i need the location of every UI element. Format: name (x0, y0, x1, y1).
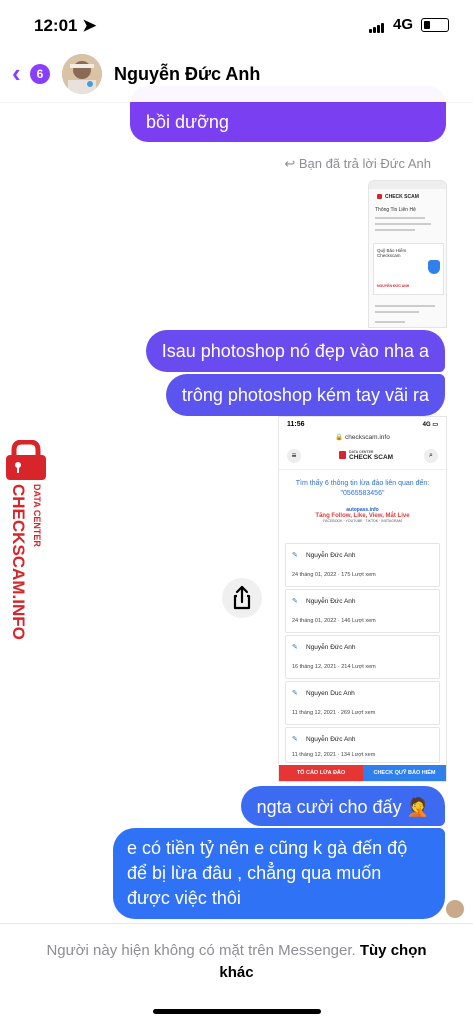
edit-icon: ✎ (292, 598, 298, 605)
entry-meta: 16 tháng 12, 2021 · 214 Lượt xem (292, 664, 376, 670)
search-icon: ⌕ (424, 449, 438, 463)
message-bubble[interactable]: Isau photoshop nó đẹp vào nha a (145, 330, 445, 372)
image-attachment-thumbnail[interactable]: CHECK SCAM Thông Tin Liên Hệ Quỹ Bảo Hiể… (368, 180, 447, 328)
seen-avatar (446, 900, 464, 918)
message-text: Isau photoshop nó đẹp vào nha a (161, 341, 429, 361)
ad-subtext: FACEBOOK · YOUTUBE · TIKTOK · INSTAGRAM (323, 519, 402, 523)
message-bubble[interactable]: e có tiền tỷ nên e cũng k gà đến độ để b… (113, 828, 445, 919)
edit-icon: ✎ (292, 690, 298, 697)
signal-icon (368, 16, 385, 33)
thumb-label-contact: Thông Tin Liên Hệ (375, 207, 416, 213)
unread-count-badge[interactable]: 6 (30, 64, 50, 84)
share-button[interactable] (222, 578, 262, 618)
report-entry: ✎ Nguyễn Đức Anh 24 tháng 01, 2022 · 175… (285, 543, 440, 587)
report-entry: ✎ Nguyen Duc Anh 11 tháng 12, 2021 · 269… (285, 681, 440, 725)
screenshot-time: 11:56 (287, 421, 305, 428)
entry-meta: 24 tháng 01, 2022 · 146 Lượt xem (292, 618, 376, 624)
report-bar: TỐ CÁO LỪA ĐẢO CHECK QUỸ BẢO HIỂM (279, 765, 446, 781)
entry-name: Nguyễn Đức Anh (306, 644, 356, 651)
report-entry: ✎ Nguyễn Đức Anh 11 tháng 12, 2021 · 134… (285, 727, 440, 763)
watermark-text: CHECKSCAM.INFO (9, 484, 28, 640)
thumb-label-name: NGUYỄN ĐỨC ANH (377, 284, 410, 288)
footer-message: Người này hiện không có mặt trên Messeng… (40, 940, 433, 984)
edit-icon: ✎ (292, 644, 298, 651)
messenger-footer: Người này hiện không có mặt trên Messeng… (0, 923, 473, 994)
report-entry: ✎ Nguyễn Đức Anh 24 tháng 01, 2022 · 146… (285, 589, 440, 633)
entry-meta: 11 tháng 12, 2021 · 269 Lượt xem (292, 710, 376, 716)
message-text: bồi dưỡng (146, 112, 229, 132)
entry-meta: 11 tháng 12, 2021 · 134 Lượt xem (292, 752, 376, 758)
contact-avatar[interactable] (62, 54, 102, 94)
status-time: 12:01 ➤ (34, 16, 97, 35)
message-bubble[interactable]: trông photoshop kém tay vãi ra (165, 374, 445, 416)
footer-status-text: Người này hiện không có mặt trên Messeng… (46, 942, 356, 959)
home-indicator[interactable] (153, 1009, 321, 1014)
message-text: ngta cười cho đấy 🤦 (256, 797, 429, 817)
message-text: trông photoshop kém tay vãi ra (181, 385, 429, 405)
thumb-logo: CHECK SCAM (385, 194, 419, 200)
edit-icon: ✎ (292, 736, 298, 743)
report-scam-button: TỐ CÁO LỪA ĐẢO (279, 765, 363, 781)
entry-name: Nguyen Duc Anh (306, 690, 355, 697)
watermark-lock-icon (6, 440, 46, 480)
message-bubble[interactable]: ngta cười cho đấy 🤦 (240, 786, 445, 826)
reply-indicator: ↩ Bạn đã trả lời Đức Anh (284, 156, 431, 172)
image-attachment-screenshot[interactable]: 11:56 4G ▭ 🔒 checkscam.info ≡ DATA CENTE… (278, 416, 447, 782)
watermark-subtext: DATA CENTER (32, 484, 42, 547)
report-entry: ✎ Nguyễn Đức Anh 16 tháng 12, 2021 · 214… (285, 635, 440, 679)
check-insurance-button: CHECK QUỸ BẢO HIỂM (363, 765, 446, 781)
entry-name: Nguyễn Đức Anh (306, 552, 356, 559)
contact-name[interactable]: Nguyễn Đức Anh (114, 64, 260, 85)
edit-icon: ✎ (292, 552, 298, 559)
screenshot-url: 🔒 checkscam.info (335, 434, 390, 441)
battery-icon (421, 17, 449, 32)
lock-logo-icon (339, 451, 346, 459)
share-icon (233, 585, 251, 610)
status-indicators: 4G (368, 16, 449, 33)
entry-name: Nguyễn Đức Anh (306, 598, 356, 605)
svg-text:CHECKSCAM.INFO: CHECKSCAM.INFO (9, 484, 28, 640)
reply-note-text: Bạn đã trả lời Đức Anh (298, 156, 431, 171)
search-result-summary: Tìm thấy 6 thông tin lừa đảo liên quan đ… (295, 480, 430, 497)
network-label: 4G (392, 16, 413, 33)
entry-meta: 24 tháng 01, 2022 · 175 Lượt xem (292, 572, 376, 578)
screenshot-network: 4G ▭ (422, 422, 438, 428)
svg-text:DATA CENTER: DATA CENTER (32, 484, 42, 547)
entry-name: Nguyễn Đức Anh (306, 736, 356, 743)
logo-title: CHECK SCAM (349, 454, 394, 461)
back-chevron-icon[interactable]: ‹ (12, 60, 21, 86)
ad-banner: autopass.info Tăng Follow, Like, View, M… (309, 507, 416, 535)
thumb-label-insurance: Quỹ Bảo Hiểm Checkscam (377, 248, 407, 258)
menu-icon: ≡ (287, 449, 301, 463)
location-arrow-icon: ➤ (82, 16, 97, 35)
chat-header: ‹ 6 Nguyễn Đức Anh (0, 46, 473, 102)
reply-arrow-icon: ↩ (284, 156, 296, 171)
message-text: e có tiền tỷ nên e cũng k gà đến độ để b… (127, 838, 408, 908)
screenshot-navbar: ≡ DATA CENTER CHECK SCAM ⌕ (279, 445, 446, 470)
